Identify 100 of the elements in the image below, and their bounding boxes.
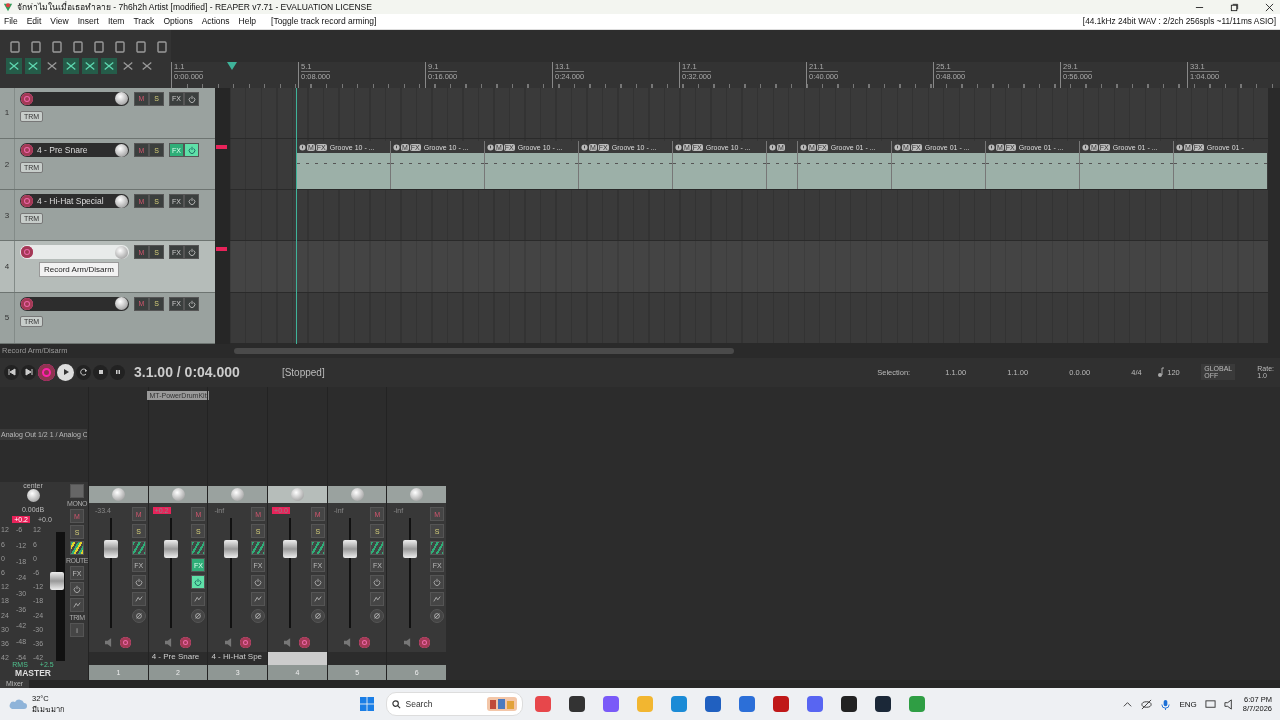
fader-handle[interactable] bbox=[223, 540, 238, 559]
menu-item[interactable]: Insert bbox=[77, 16, 99, 27]
track-name-field[interactable]: 4 - Pre Snare bbox=[148, 652, 208, 666]
item-status-icon[interactable] bbox=[581, 143, 588, 151]
record-arm-button[interactable] bbox=[239, 636, 251, 648]
menu-item[interactable]: Edit bbox=[26, 16, 42, 27]
item-status-icon[interactable] bbox=[894, 143, 901, 151]
item-status-icon[interactable] bbox=[1176, 143, 1183, 151]
phase-button[interactable] bbox=[370, 609, 385, 624]
vertical-scrollbar[interactable] bbox=[1268, 87, 1280, 344]
fader-handle[interactable] bbox=[50, 572, 64, 591]
record-arm-button[interactable] bbox=[418, 636, 430, 648]
fader-handle[interactable] bbox=[402, 540, 417, 559]
fx-bypass-button[interactable] bbox=[251, 575, 266, 590]
envelope-button[interactable] bbox=[310, 592, 325, 607]
envelope-button[interactable] bbox=[131, 592, 146, 607]
language-indicator[interactable]: ENG bbox=[1179, 699, 1197, 709]
app-icon[interactable] bbox=[840, 696, 857, 713]
menu-item[interactable]: Item bbox=[107, 16, 125, 27]
fx-bypass-button[interactable] bbox=[70, 582, 84, 597]
start-button[interactable] bbox=[359, 697, 374, 712]
track-lane[interactable] bbox=[230, 241, 1268, 293]
fader-handle[interactable] bbox=[343, 540, 358, 559]
menu-item[interactable]: Track bbox=[133, 16, 155, 27]
track-name-field[interactable] bbox=[268, 652, 327, 666]
item-status-icon[interactable] bbox=[675, 143, 682, 151]
routing-button[interactable] bbox=[70, 541, 84, 556]
item-status-icon[interactable] bbox=[299, 143, 306, 151]
horizontal-scrollbar[interactable] bbox=[234, 347, 734, 354]
item-status-icon[interactable] bbox=[487, 143, 494, 151]
track-lane[interactable] bbox=[230, 139, 1268, 191]
menu-item[interactable]: File bbox=[4, 16, 18, 27]
routing-button[interactable] bbox=[430, 541, 445, 556]
record-arm-button[interactable] bbox=[299, 636, 311, 648]
track-name-field[interactable] bbox=[20, 296, 129, 311]
fx-bypass-button[interactable] bbox=[131, 575, 146, 590]
speaker-icon[interactable] bbox=[105, 637, 113, 647]
fx-bypass-button[interactable] bbox=[184, 296, 199, 311]
fx-bypass-button[interactable] bbox=[184, 143, 199, 158]
envelope-button[interactable] bbox=[191, 592, 206, 607]
app-icon[interactable] bbox=[568, 696, 585, 713]
go-to-end-button[interactable] bbox=[21, 364, 36, 380]
record-arm-button[interactable] bbox=[180, 636, 192, 648]
mono-button[interactable] bbox=[70, 484, 84, 499]
fader-handle[interactable] bbox=[104, 540, 119, 559]
phase-button[interactable] bbox=[191, 609, 206, 624]
fader-handle[interactable] bbox=[283, 540, 298, 559]
pan-knob[interactable] bbox=[26, 489, 40, 503]
fx-bypass-button[interactable] bbox=[191, 575, 206, 590]
phase-button[interactable] bbox=[310, 609, 325, 624]
routing-button[interactable] bbox=[131, 541, 146, 556]
item-status-icon[interactable] bbox=[769, 143, 776, 151]
track-name-field[interactable] bbox=[20, 91, 129, 106]
menu-item[interactable]: Options bbox=[163, 16, 193, 27]
phase-button[interactable] bbox=[131, 609, 146, 624]
track-name-field[interactable]: 4 - Pre Snare bbox=[20, 143, 129, 158]
microphone-icon[interactable] bbox=[1160, 698, 1172, 710]
track-name-field[interactable] bbox=[20, 245, 129, 260]
restore-icon[interactable] bbox=[1230, 2, 1239, 12]
fx-bypass-button[interactable] bbox=[184, 91, 199, 106]
play-button[interactable] bbox=[57, 363, 74, 381]
speaker-icon[interactable] bbox=[224, 637, 232, 647]
phase-button[interactable] bbox=[430, 609, 445, 624]
speaker-icon[interactable] bbox=[284, 637, 292, 647]
record-button[interactable] bbox=[38, 363, 55, 381]
fx-bypass-button[interactable] bbox=[370, 575, 385, 590]
fx-bypass-button[interactable] bbox=[310, 575, 325, 590]
menu-item[interactable]: Help bbox=[238, 16, 257, 27]
go-to-start-button[interactable] bbox=[4, 364, 19, 380]
item-status-icon[interactable] bbox=[1082, 143, 1089, 151]
envelope-button[interactable] bbox=[70, 598, 84, 613]
fx-bypass-button[interactable] bbox=[184, 194, 199, 209]
monitor-icon[interactable] bbox=[1204, 698, 1216, 710]
record-arm-button[interactable] bbox=[359, 636, 371, 648]
fx-bypass-button[interactable] bbox=[184, 245, 199, 260]
item-status-icon[interactable] bbox=[800, 143, 807, 151]
track-name-field[interactable]: 4 - Hi-Hat Spe bbox=[208, 652, 268, 666]
routing-button[interactable] bbox=[310, 541, 325, 556]
speaker-icon[interactable] bbox=[1223, 698, 1235, 710]
close-icon[interactable] bbox=[1265, 2, 1274, 12]
speaker-icon[interactable] bbox=[165, 637, 173, 647]
envelope-button[interactable] bbox=[251, 592, 266, 607]
menu-item[interactable]: View bbox=[50, 16, 69, 27]
track-name-field[interactable]: 4 - Hi-Hat Special bbox=[20, 194, 129, 209]
hidden-eye-icon[interactable] bbox=[1141, 698, 1153, 710]
speaker-icon[interactable] bbox=[403, 637, 411, 647]
repeat-button[interactable] bbox=[76, 364, 91, 380]
phase-button[interactable] bbox=[251, 609, 266, 624]
speaker-icon[interactable] bbox=[344, 637, 352, 647]
pause-button[interactable] bbox=[110, 364, 125, 380]
routing-button[interactable] bbox=[251, 541, 266, 556]
routing-button[interactable] bbox=[191, 541, 206, 556]
item-status-icon[interactable] bbox=[988, 143, 995, 151]
menu-item[interactable]: Actions bbox=[201, 16, 230, 27]
fx-bypass-button[interactable] bbox=[430, 575, 445, 590]
envelope-button[interactable] bbox=[430, 592, 445, 607]
search-field[interactable]: Search bbox=[385, 692, 523, 717]
app-icon[interactable] bbox=[874, 696, 891, 713]
stop-button[interactable] bbox=[93, 364, 108, 380]
envelope-button[interactable] bbox=[370, 592, 385, 607]
